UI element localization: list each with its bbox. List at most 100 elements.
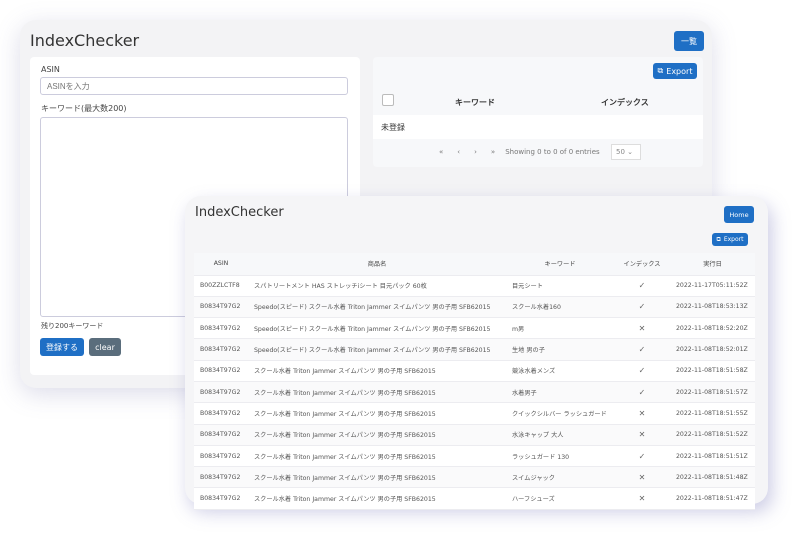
index-status-icon: ✓ (614, 296, 670, 319)
chevron-down-icon: ⌄ (627, 148, 634, 156)
asin-cell: B0834T97G2 (194, 360, 248, 382)
date-cell: 2022-11-08T18:51:58Z (670, 360, 755, 382)
asin-cell: B0834T97G2 (194, 381, 248, 404)
export-label: Export (666, 66, 693, 76)
product-name-cell: スクール水着 Triton Jammer スイムパンツ 男の子用 SFB6201… (248, 424, 506, 446)
asin-cell: B0834T97G2 (194, 338, 248, 361)
keyword-cell: 目元シート (506, 275, 614, 297)
date-cell: 2022-11-08T18:53:13Z (670, 296, 755, 319)
asin-label: ASIN (41, 65, 60, 74)
results-table: ASIN 商品名 キーワード インデックス 実行日 B00ZZLCTF8 スパトリ… (194, 253, 755, 510)
remaining-count: 残り200キーワード (41, 322, 104, 330)
table-row: B0834T97G2 スクール水着 Triton Jammer スイムパンツ 男の… (194, 381, 755, 404)
product-name-cell: スクール水着 Triton Jammer スイムパンツ 男の子用 SFB6201… (248, 445, 506, 468)
asin-cell: B0834T97G2 (194, 424, 248, 446)
asin-cell: B0834T97G2 (194, 445, 248, 468)
index-status-icon: ✓ (614, 338, 670, 361)
table-row: B0834T97G2 Speedo(スピード) スクール水着 Triton Jam… (194, 317, 755, 340)
date-cell: 2022-11-08T18:51:51Z (670, 445, 755, 468)
column-header-index: インデックス (601, 98, 649, 107)
product-name-cell: スクール水着 Triton Jammer スイムパンツ 男の子用 SFB6201… (248, 487, 506, 510)
keyword-table-panel: ⧉ Export キーワード インデックス 未登録 « ‹ › » Showing… (373, 57, 703, 167)
product-name-cell: Speedo(スピード) スクール水着 Triton Jammer スイムパンツ… (248, 317, 506, 340)
index-status-icon: ✕ (614, 424, 670, 446)
first-page-button[interactable]: « (439, 148, 443, 156)
table-row: B0834T97G2 スクール水着 Triton Jammer スイムパンツ 男の… (194, 360, 755, 382)
keyword-cell: スイムジャック (506, 466, 614, 489)
column-header-keyword: キーワード (455, 98, 495, 107)
date-cell: 2022-11-17T05:11:52Z (670, 275, 755, 297)
next-page-button[interactable]: › (474, 148, 477, 156)
column-header-keyword: キーワード (506, 253, 614, 276)
date-cell: 2022-11-08T18:51:48Z (670, 466, 755, 489)
export-button[interactable]: ⧉ Export (653, 63, 697, 79)
product-name-cell: スパトリートメント HAS ストレッチiシート 目元パック 60枚 (248, 275, 506, 297)
date-cell: 2022-11-08T18:51:55Z (670, 402, 755, 425)
index-status-icon: ✓ (614, 275, 670, 297)
asin-cell: B00ZZLCTF8 (194, 275, 248, 297)
empty-row: 未登録 (373, 115, 703, 139)
index-status-icon: ✕ (614, 487, 670, 510)
table-row: B0834T97G2 Speedo(スピード) スクール水着 Triton Jam… (194, 296, 755, 319)
export-icon: ⧉ (716, 235, 721, 243)
index-status-icon: ✓ (614, 445, 670, 468)
column-header-date: 実行日 (670, 253, 755, 276)
product-name-cell: Speedo(スピード) スクール水着 Triton Jammer スイムパンツ… (248, 338, 506, 361)
export-button[interactable]: ⧉ Export (712, 233, 748, 246)
product-name-cell: スクール水着 Triton Jammer スイムパンツ 男の子用 SFB6201… (248, 402, 506, 425)
keyword-cell: ラッシュガード 130 (506, 445, 614, 468)
index-status-icon: ✕ (614, 402, 670, 425)
page-size-select[interactable]: 50 ⌄ (611, 144, 641, 160)
keyword-cell: スクール水着160 (506, 296, 614, 319)
keyword-cell: 水着男子 (506, 381, 614, 404)
keyword-label: キーワード(最大数200) (41, 104, 127, 113)
list-button[interactable]: 一覧 (674, 31, 704, 51)
date-cell: 2022-11-08T18:52:01Z (670, 338, 755, 361)
column-header-index: インデックス (614, 253, 670, 276)
index-status-icon: ✕ (614, 317, 670, 340)
table-row: B00ZZLCTF8 スパトリートメント HAS ストレッチiシート 目元パック … (194, 275, 755, 297)
asin-cell: B0834T97G2 (194, 317, 248, 340)
index-status-icon: ✓ (614, 360, 670, 382)
export-label: Export (723, 236, 744, 243)
product-name-cell: Speedo(スピード) スクール水着 Triton Jammer スイムパンツ… (248, 296, 506, 319)
prev-page-button[interactable]: ‹ (457, 148, 460, 156)
asin-cell: B0834T97G2 (194, 466, 248, 489)
app-title: IndexChecker (30, 31, 140, 50)
asin-input[interactable] (40, 77, 348, 95)
clear-button[interactable]: clear (89, 338, 121, 356)
column-header-asin: ASIN (194, 253, 248, 276)
table-row: B0834T97G2 スクール水着 Triton Jammer スイムパンツ 男の… (194, 466, 755, 489)
date-cell: 2022-11-08T18:51:47Z (670, 487, 755, 510)
table-row: B0834T97G2 スクール水着 Triton Jammer スイムパンツ 男の… (194, 487, 755, 510)
page-size-value: 50 (616, 148, 625, 156)
product-name-cell: スクール水着 Triton Jammer スイムパンツ 男の子用 SFB6201… (248, 381, 506, 404)
product-name-cell: スクール水着 Triton Jammer スイムパンツ 男の子用 SFB6201… (248, 466, 506, 489)
keyword-cell: 競泳水着メンズ (506, 360, 614, 382)
table-row: B0834T97G2 スクール水着 Triton Jammer スイムパンツ 男の… (194, 424, 755, 446)
home-button[interactable]: Home (724, 206, 754, 223)
app-title: IndexChecker (195, 205, 284, 220)
index-status-icon: ✕ (614, 466, 670, 489)
entries-info: Showing 0 to 0 of 0 entries (505, 148, 600, 156)
asin-cell: B0834T97G2 (194, 402, 248, 425)
results-window: IndexChecker Home ⧉ Export ASIN 商品名 キーワード… (185, 196, 768, 510)
export-icon: ⧉ (657, 66, 664, 75)
date-cell: 2022-11-08T18:51:57Z (670, 381, 755, 404)
asin-cell: B0834T97G2 (194, 487, 248, 510)
table-row: B0834T97G2 スクール水着 Triton Jammer スイムパンツ 男の… (194, 402, 755, 425)
table-row: B0834T97G2 Speedo(スピード) スクール水着 Triton Jam… (194, 338, 755, 361)
keyword-cell: 水泳キャップ 大人 (506, 424, 614, 446)
select-all-checkbox[interactable] (382, 94, 394, 106)
asin-cell: B0834T97G2 (194, 296, 248, 319)
product-name-cell: スクール水着 Triton Jammer スイムパンツ 男の子用 SFB6201… (248, 360, 506, 382)
keyword-cell: ハーフシューズ (506, 487, 614, 510)
table-row: B0834T97G2 スクール水着 Triton Jammer スイムパンツ 男の… (194, 445, 755, 468)
date-cell: 2022-11-08T18:52:20Z (670, 317, 755, 340)
last-page-button[interactable]: » (491, 148, 495, 156)
index-status-icon: ✓ (614, 381, 670, 404)
keyword-cell: m男 (506, 317, 614, 340)
keyword-cell: クイックシルバー ラッシュガード (506, 402, 614, 425)
register-button[interactable]: 登録する (40, 338, 84, 356)
date-cell: 2022-11-08T18:51:52Z (670, 424, 755, 446)
